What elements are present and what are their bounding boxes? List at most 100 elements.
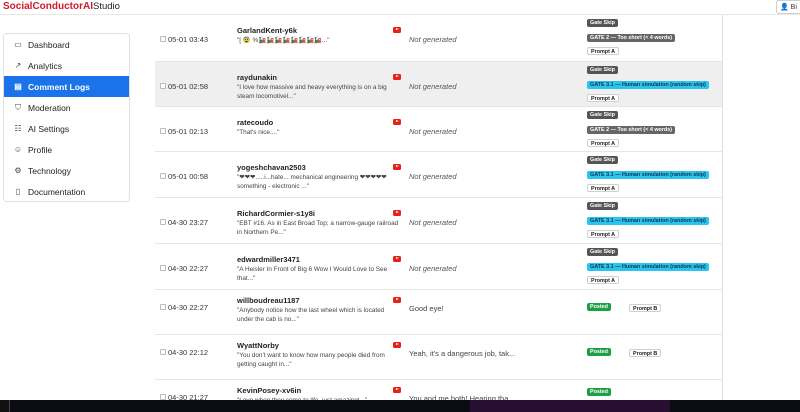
prompt-badge: Prompt B — [629, 304, 662, 312]
table-row: 04-30 22:27 willboudreau1187 "Anybody noti… — [155, 290, 722, 335]
sidebar-item-profile[interactable]: ☺ Profile — [4, 139, 129, 160]
prompt-badge: Prompt A — [587, 94, 620, 102]
row-checkbox[interactable] — [160, 83, 166, 89]
row-reply-text: Not generated — [409, 82, 457, 91]
prompt-badge: Prompt A — [587, 230, 620, 238]
row-author[interactable]: raydunakin — [237, 73, 277, 82]
row-checkbox[interactable] — [160, 173, 166, 179]
row-author[interactable]: KevinPosey-xv6in — [237, 386, 301, 395]
sidebar: ▭ Dashboard ↗ Analytics ▤ Comment Logs ⛉ Modera… — [3, 33, 130, 202]
sidebar-item-label: AI Settings — [28, 123, 70, 134]
row-comment-text: "EBT #16. As in East Broad Top; a narrow… — [237, 220, 399, 236]
posted-badge: Posted — [587, 388, 611, 396]
analytics-icon: ↗ — [14, 61, 22, 70]
row-date: 04-30 22:27 — [168, 303, 209, 312]
gate-skip-badge: Gate Skip — [587, 202, 618, 210]
sidebar-item-label: Analytics — [28, 60, 63, 71]
sidebar-item-comment-logs[interactable]: ▤ Comment Logs — [4, 76, 129, 97]
row-date: 04-30 22:12 — [168, 348, 209, 357]
sidebar-item-label: Comment Logs — [28, 81, 90, 92]
row-checkbox[interactable] — [160, 219, 166, 225]
sidebar-item-analytics[interactable]: ↗ Analytics — [4, 55, 129, 76]
row-author[interactable]: GarlandKent-y6k — [237, 26, 297, 35]
comment-icon: ▤ — [14, 82, 22, 91]
youtube-icon — [393, 27, 401, 33]
row-reply-text: Not generated — [409, 127, 457, 136]
row-author[interactable]: WyattNorby — [237, 341, 279, 350]
sidebar-item-dashboard[interactable]: ▭ Dashboard — [4, 34, 129, 55]
row-checkbox[interactable] — [160, 128, 166, 134]
row-author[interactable]: edwardmiller3471 — [237, 255, 300, 264]
row-author[interactable]: ratecoudo — [237, 118, 273, 127]
shield-icon: ⛉ — [15, 102, 21, 112]
settings-icon: ☷ — [14, 124, 22, 133]
gate-reason-badge: GATE 2 — Too short (< 4 words) — [587, 34, 676, 42]
sidebar-item-ai-settings[interactable]: ☷ AI Settings — [4, 118, 129, 139]
row-date: 04-30 21:27 — [168, 393, 209, 400]
row-author[interactable]: yogeshchavan2503 — [237, 163, 306, 172]
book-icon: ▯ — [15, 187, 21, 196]
row-checkbox[interactable] — [160, 36, 166, 42]
row-reply-text: Not generated — [409, 35, 457, 44]
sidebar-item-technology[interactable]: ⚙ Technology — [4, 160, 129, 181]
gate-reason-badge: GATE 3.1 — Human simulation (random skip… — [587, 81, 709, 89]
prompt-badge: Prompt B — [629, 349, 662, 357]
row-comment-text: "Anybody notice how the last wheel which… — [237, 307, 385, 323]
row-reply-text: Good eye! — [409, 304, 444, 313]
youtube-icon — [393, 164, 401, 170]
user-menu-button[interactable]: 👤 Bi — [776, 0, 800, 14]
row-comment-text: "You don't want to know how many people … — [237, 352, 385, 368]
row-date: 05-01 03:43 — [168, 35, 209, 44]
sidebar-item-moderation[interactable]: ⛉ Moderation — [4, 97, 129, 118]
comment-logs-table: 05-01 03:43 GarlandKent-y6k "[ 😨 %🚂🚂🚂🚂🚂🚂🚂🚂… — [155, 15, 722, 400]
youtube-icon — [393, 297, 401, 303]
posted-badge: Posted — [587, 303, 611, 311]
gate-reason-badge: GATE 2 — Too short (< 4 words) — [587, 126, 676, 134]
table-row: 04-30 23:27 RichardCormier-s1y8i "EBT #16.… — [155, 198, 722, 244]
sidebar-item-label: Dashboard — [28, 39, 70, 50]
prompt-badge: Prompt A — [587, 139, 620, 147]
sidebar-item-label: Technology — [28, 165, 72, 176]
row-reply-text: Yeah, it's a dangerous job, tak... — [409, 349, 516, 358]
dashboard-icon: ▭ — [14, 40, 22, 49]
row-reply-text: Not generated — [409, 218, 457, 227]
row-date: 05-01 02:13 — [168, 127, 209, 136]
row-checkbox[interactable] — [160, 304, 166, 310]
sidebar-item-label: Documentation — [28, 186, 86, 197]
horizontal-scrollbar[interactable] — [0, 400, 800, 412]
row-author[interactable]: RichardCormier-s1y8i — [237, 209, 315, 218]
gate-reason-badge: GATE 3.1 — Human simulation (random skip… — [587, 263, 709, 271]
scroll-corner — [0, 400, 10, 412]
youtube-icon — [393, 119, 401, 125]
table-row: 05-01 02:13 ratecoudo "That's nice...." Not… — [155, 107, 722, 152]
prompt-badge: Prompt A — [587, 47, 620, 55]
table-divider — [722, 15, 723, 400]
row-reply-text: Not generated — [409, 172, 457, 181]
gate-skip-badge: Gate Skip — [587, 66, 618, 74]
brand-logo[interactable]: SocialConductorAIStudio — [3, 1, 120, 12]
row-author[interactable]: willboudreau1187 — [237, 296, 300, 305]
prompt-badge: Prompt A — [587, 184, 620, 192]
sidebar-item-label: Profile — [28, 144, 53, 155]
table-row: 05-01 03:43 GarlandKent-y6k "[ 😨 %🚂🚂🚂🚂🚂🚂🚂🚂… — [155, 15, 722, 62]
row-reply-text: Not generated — [409, 264, 457, 273]
gate-skip-badge: Gate Skip — [587, 156, 618, 164]
table-row: 05-01 02:58 raydunakin "I love how massive… — [155, 62, 722, 107]
sidebar-item-documentation[interactable]: ▯ Documentation — [4, 181, 129, 202]
table-row: 04-30 22:12 WyattNorby "You don't want to … — [155, 335, 722, 380]
row-comment-text: "❤❤❤.....i...hate... mechanical engineer… — [237, 174, 387, 190]
user-icon: ☺ — [13, 145, 23, 154]
row-comment-text: "[ 😨 %🚂🚂🚂🚂🚂🚂🚂🚂..." — [237, 37, 330, 44]
row-checkbox[interactable] — [160, 265, 166, 271]
row-date: 05-01 02:58 — [168, 82, 209, 91]
gate-skip-badge: Gate Skip — [587, 19, 618, 27]
app-header: SocialConductorAIStudio 👤 Bi — [0, 0, 800, 15]
gate-reason-badge: GATE 3.1 — Human simulation (random skip… — [587, 171, 709, 179]
posted-badge: Posted — [587, 348, 611, 356]
row-checkbox[interactable] — [160, 349, 166, 355]
youtube-icon — [393, 342, 401, 348]
youtube-icon — [393, 387, 401, 393]
gate-reason-badge: GATE 3.1 — Human simulation (random skip… — [587, 217, 709, 225]
gear-icon: ⚙ — [14, 166, 22, 175]
row-date: 04-30 23:27 — [168, 218, 209, 227]
